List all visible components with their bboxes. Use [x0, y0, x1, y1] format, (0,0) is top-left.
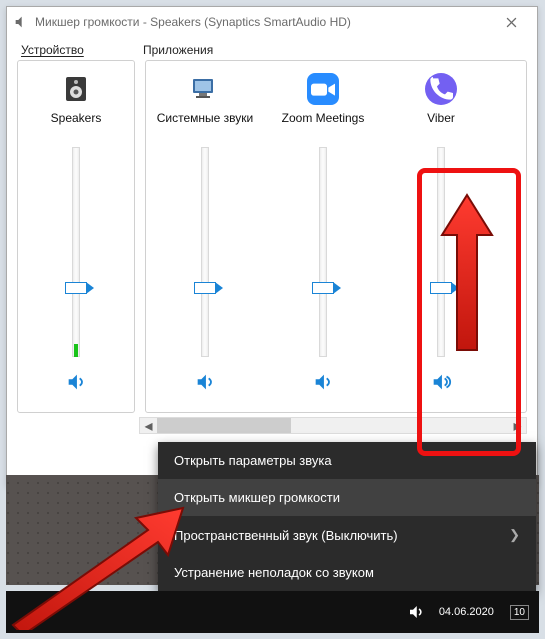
menu-spatial-sound[interactable]: Пространственный звук (Выключить) ❯	[158, 516, 536, 554]
device-section-label: Устройство	[17, 43, 139, 57]
close-button[interactable]	[491, 8, 531, 36]
channel-label: Viber	[427, 111, 455, 141]
tray-date[interactable]: 04.06.2020	[439, 606, 494, 619]
channel-label: Системные звуки	[157, 111, 253, 141]
volume-mixer-window: Микшер громкости - Speakers (Synaptics S…	[6, 6, 538, 486]
window-title: Микшер громкости - Speakers (Synaptics S…	[35, 15, 491, 29]
volume-slider-zoom[interactable]	[309, 147, 337, 357]
scroll-right-icon[interactable]: ▸	[509, 418, 526, 433]
mute-button-zoom[interactable]	[312, 371, 334, 398]
menu-item-label: Устранение неполадок со звуком	[174, 565, 374, 580]
device-speaker-icon[interactable]	[60, 69, 92, 109]
system-sounds-icon[interactable]	[189, 69, 221, 109]
mute-button-system[interactable]	[194, 371, 216, 398]
volume-slider-device[interactable]	[62, 147, 90, 357]
zoom-icon[interactable]	[307, 69, 339, 109]
menu-item-label: Пространственный звук (Выключить)	[174, 528, 398, 543]
channel-device: Speakers	[18, 69, 134, 398]
speaker-icon	[13, 14, 29, 30]
menu-open-sound-settings[interactable]: Открыть параметры звука	[158, 442, 536, 479]
mute-button-viber[interactable]	[430, 371, 452, 398]
channel-viber: Viber	[382, 69, 500, 398]
volume-slider-viber[interactable]	[427, 147, 455, 357]
volume-slider-system[interactable]	[191, 147, 219, 357]
menu-open-volume-mixer[interactable]: Открыть микшер громкости	[158, 479, 536, 516]
chevron-right-icon: ❯	[509, 527, 520, 543]
menu-item-label: Открыть микшер громкости	[174, 490, 340, 505]
scroll-left-icon[interactable]: ◂	[140, 418, 157, 433]
titlebar: Микшер громкости - Speakers (Synaptics S…	[7, 7, 537, 37]
channel-system-sounds: Системные звуки	[146, 69, 264, 398]
channel-label: Speakers	[51, 111, 102, 141]
tray-volume-icon[interactable]	[407, 603, 425, 621]
menu-item-label: Открыть параметры звука	[174, 453, 332, 468]
viber-icon[interactable]	[425, 69, 457, 109]
mute-button-device[interactable]	[65, 371, 87, 398]
apps-section-label: Приложения	[139, 43, 527, 57]
apps-scrollbar[interactable]: ◂ ▸	[139, 417, 527, 434]
volume-context-menu: Открыть параметры звука Открыть микшер г…	[158, 442, 536, 591]
menu-troubleshoot-sound[interactable]: Устранение неполадок со звуком	[158, 554, 536, 591]
channel-zoom: Zoom Meetings	[264, 69, 382, 398]
tray-lang[interactable]: 10	[510, 605, 529, 620]
channel-label: Zoom Meetings	[282, 111, 365, 141]
taskbar: 04.06.2020 10	[6, 591, 539, 633]
